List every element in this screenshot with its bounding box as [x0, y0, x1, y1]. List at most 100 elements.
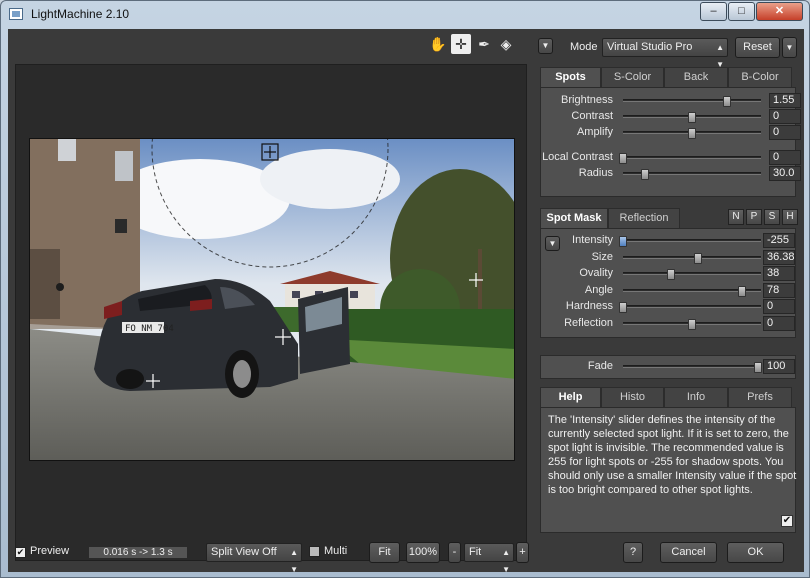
- mask-label: Hardness: [565, 300, 613, 312]
- zoom-100-button[interactable]: 100%: [406, 542, 440, 563]
- client-area: FO NM 704 ✋ ✛ ✒ ◈ ▼ Mode Virtual Studio …: [8, 29, 804, 574]
- help-tabs: Help Histo Info Prefs: [540, 387, 796, 407]
- maximize-button[interactable]: □: [728, 2, 755, 21]
- zoom-select[interactable]: Fit ▲ ▼: [464, 543, 514, 574]
- fade-row: Fade 100: [541, 359, 797, 375]
- tab-b-color[interactable]: B-Color: [728, 67, 792, 87]
- spot-slider-handle[interactable]: [641, 169, 650, 180]
- main-menu-button[interactable]: ▼: [538, 38, 553, 54]
- mask-value-field[interactable]: -255: [763, 233, 795, 248]
- spot-value-field[interactable]: 0: [769, 150, 801, 165]
- mask-h-button[interactable]: H: [782, 209, 798, 225]
- mode-label: Mode: [570, 41, 598, 53]
- spot-value-field[interactable]: 1.55: [769, 93, 801, 108]
- spot-slider[interactable]: [623, 169, 761, 180]
- mask-row: Angle 78: [541, 282, 797, 299]
- spot-row: Radius 30.0: [541, 166, 801, 182]
- tab-help[interactable]: Help: [540, 387, 601, 407]
- mode-select-value: Virtual Studio Pro: [607, 41, 693, 53]
- spot-label: Radius: [578, 167, 613, 179]
- mask-s-button[interactable]: S: [764, 209, 780, 225]
- spot-slider[interactable]: [619, 153, 761, 164]
- tab-back[interactable]: Back: [664, 67, 728, 87]
- spot-slider-handle[interactable]: [688, 128, 696, 139]
- title-bar[interactable]: LightMachine 2.10 – □ ✕: [1, 1, 809, 28]
- color-picker-icon[interactable]: ✒: [474, 34, 494, 54]
- multi-checkbox[interactable]: [309, 546, 320, 557]
- image-canvas[interactable]: FO NM 704: [15, 64, 527, 561]
- spot-value-field[interactable]: 0: [769, 109, 801, 124]
- hand-tool-icon[interactable]: ✋: [428, 34, 448, 54]
- mask-row: Intensity -255: [541, 233, 797, 249]
- minimize-button[interactable]: –: [700, 2, 727, 21]
- cancel-button[interactable]: Cancel: [660, 542, 717, 563]
- tab-reflection[interactable]: Reflection: [608, 208, 680, 228]
- mask-slider-handle[interactable]: [693, 252, 702, 264]
- mask-row: Reflection 0: [541, 315, 797, 332]
- spot-value-field[interactable]: 0: [769, 125, 801, 140]
- tab-spot-mask[interactable]: Spot Mask: [540, 208, 608, 228]
- spot-slider-handle[interactable]: [688, 112, 696, 123]
- tab-s-color[interactable]: S-Color: [601, 67, 664, 87]
- fade-slider[interactable]: [623, 362, 763, 373]
- mask-slider[interactable]: [619, 302, 761, 313]
- mask-value-field[interactable]: 0: [763, 299, 795, 314]
- zoom-out-button[interactable]: -: [448, 542, 461, 563]
- photo-preview[interactable]: FO NM 704: [29, 138, 515, 461]
- license-plate: FO NM 704: [125, 324, 174, 334]
- multi-label: Multi: [324, 545, 348, 557]
- mask-slider[interactable]: [623, 252, 761, 264]
- mask-slider-handle[interactable]: [688, 318, 696, 330]
- spot-label: Amplify: [576, 126, 613, 138]
- split-view-value: Split View Off: [211, 546, 277, 558]
- mask-value-field[interactable]: 36.38: [763, 249, 795, 265]
- mask-slider-handle[interactable]: [737, 285, 746, 297]
- mask-row: Ovality 38: [541, 266, 797, 282]
- mask-p-button[interactable]: P: [746, 209, 762, 225]
- mask-row: Hardness 0: [541, 299, 797, 315]
- tab-info[interactable]: Info: [664, 387, 728, 407]
- fade-panel: Fade 100: [540, 355, 796, 379]
- help-button[interactable]: ?: [623, 542, 643, 563]
- mask-value-field[interactable]: 38: [763, 266, 795, 281]
- split-view-icon[interactable]: ◈: [496, 34, 516, 54]
- spot-slider-handle[interactable]: [619, 153, 627, 164]
- mask-slider[interactable]: [623, 269, 761, 280]
- mask-slider[interactable]: [619, 236, 761, 247]
- mask-value-field[interactable]: 0: [763, 315, 795, 331]
- tab-spots[interactable]: Spots: [540, 67, 601, 87]
- mask-slider-handle[interactable]: [619, 236, 627, 247]
- tab-histo[interactable]: Histo: [601, 387, 664, 407]
- fade-slider-handle[interactable]: [754, 362, 763, 373]
- spot-slider[interactable]: [623, 112, 761, 123]
- mode-select[interactable]: Virtual Studio Pro ▲ ▼: [602, 38, 728, 69]
- help-panel: The 'Intensity' slider defines the inten…: [540, 407, 796, 533]
- mask-slider[interactable]: [623, 285, 761, 297]
- preview-label: Preview: [30, 545, 70, 557]
- preview-checkbox[interactable]: ✔: [15, 547, 26, 558]
- spot-slider-handle[interactable]: [722, 96, 731, 107]
- mask-row: Size 36.38: [541, 249, 797, 266]
- ok-button[interactable]: OK: [727, 542, 784, 563]
- close-button[interactable]: ✕: [756, 2, 803, 21]
- spot-slider[interactable]: [623, 128, 761, 139]
- fit-button[interactable]: Fit: [369, 542, 400, 563]
- mask-menu-button[interactable]: ▼: [545, 236, 560, 251]
- split-view-select[interactable]: Split View Off ▲ ▼: [206, 543, 302, 574]
- reset-menu-button[interactable]: ▼: [782, 37, 797, 58]
- help-checkbox[interactable]: ✔: [781, 515, 793, 527]
- window-title: LightMachine 2.10: [31, 7, 130, 21]
- spot-slider[interactable]: [623, 96, 761, 107]
- move-tool-icon[interactable]: ✛: [451, 34, 471, 54]
- mask-n-button[interactable]: N: [728, 209, 744, 225]
- fade-value-field[interactable]: 100: [763, 359, 795, 374]
- mask-value-field[interactable]: 78: [763, 282, 795, 298]
- mask-slider-handle[interactable]: [667, 269, 676, 280]
- spot-value-field[interactable]: 30.0: [769, 166, 801, 181]
- mask-slider[interactable]: [623, 318, 761, 330]
- mask-slider-handle[interactable]: [619, 302, 627, 313]
- spot-row: Local Contrast 0: [541, 150, 801, 166]
- tab-prefs[interactable]: Prefs: [728, 387, 792, 407]
- zoom-in-button[interactable]: +: [516, 542, 529, 563]
- reset-button[interactable]: Reset: [735, 37, 780, 58]
